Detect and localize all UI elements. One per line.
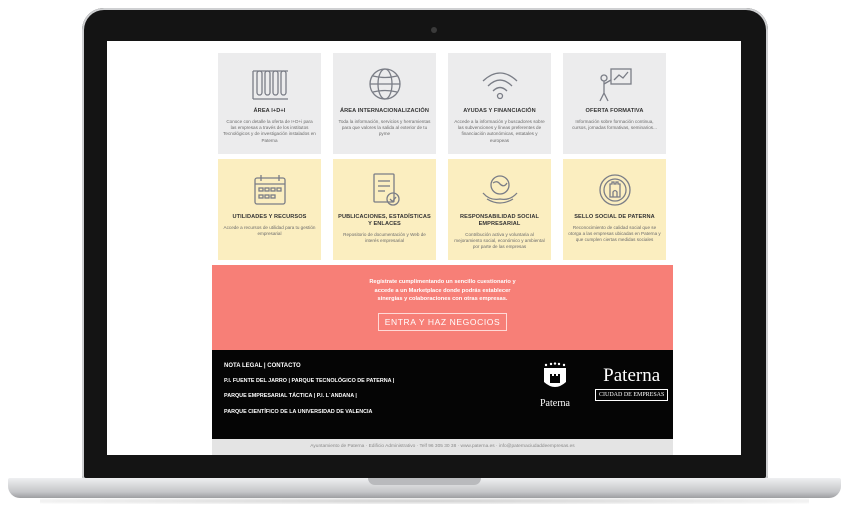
presentation-icon <box>598 68 632 102</box>
footer: NOTA LEGAL | CONTACTO P.I. FUENTE DEL JA… <box>212 350 673 439</box>
tile-formativa[interactable]: OFERTA FORMATIVA Información sobre forma… <box>563 53 666 154</box>
wifi-signal-icon <box>482 72 517 100</box>
crest-icon <box>544 362 566 387</box>
screen: ÁREA I+D+I Conoce con detalle la oferta … <box>107 41 741 455</box>
tile-title: UTILIDADES Y RECURSOS <box>232 214 307 220</box>
laptop-notch <box>368 478 481 485</box>
footer-link-line[interactable]: PARQUE EMPRESARIAL TÁCTICA | P.I. L´ANDA… <box>224 393 394 399</box>
address-bar: Ayuntamiento de Paterna · Edificio Admin… <box>212 439 673 455</box>
tile-description: Contribución activa y voluntaria al mejo… <box>454 231 545 250</box>
globe-icon <box>368 68 401 100</box>
tile-title: ÁREA INTERNACIONALIZACIÓN <box>340 108 429 114</box>
calendar-icon <box>253 175 286 205</box>
document-check-icon <box>372 173 400 206</box>
tile-description: Toda la información, servicios y herrami… <box>338 118 431 137</box>
tile-description: Reconocimiento de calidad social que se … <box>568 224 661 243</box>
legal-contact-link[interactable]: NOTA LEGAL | CONTACTO <box>224 363 394 369</box>
paterna-brand-logo[interactable]: Paterna CIUDAD DE EMPRESAS <box>595 365 669 401</box>
business-cta-button[interactable]: ENTRA Y HAZ NEGOCIOS <box>377 312 508 331</box>
tile-title: PUBLICACIONES, ESTADÍSTICAS Y ENLACES <box>338 214 431 227</box>
tile-title: ÁREA I+D+I <box>253 108 286 114</box>
tile-description: Accede a recursos de utilidad para tu ge… <box>223 224 316 237</box>
paterna-crest-logo[interactable]: Paterna <box>535 362 575 412</box>
banner-message: Regístrate cumplimentando un sencillo cu… <box>369 279 516 303</box>
tile-description: Conoce con detalle la oferta de I+D+i pa… <box>223 118 316 143</box>
footer-links: NOTA LEGAL | CONTACTO P.I. FUENTE DEL JA… <box>224 363 394 425</box>
tile-title: RESPONSABILIDAD SOCIAL EMPRESARIAL <box>460 214 539 227</box>
brand-tagline: CIUDAD DE EMPRESAS <box>595 389 669 401</box>
tile-description: Información sobre formación continua, cu… <box>572 118 657 131</box>
webcam-dot <box>431 27 437 33</box>
tile-publicaciones[interactable]: PUBLICACIONES, ESTADÍSTICAS Y ENLACES Re… <box>333 159 436 260</box>
hands-globe-icon <box>482 175 517 204</box>
tile-sello-social[interactable]: SELLO SOCIAL DE PATERNA Reconocimiento d… <box>563 159 666 260</box>
tile-title: AYUDAS Y FINANCIACIÓN <box>463 108 536 114</box>
brand-name: Paterna <box>603 365 661 386</box>
seal-tower-icon <box>598 174 631 206</box>
test-tubes-icon <box>251 70 288 100</box>
tile-title: SELLO SOCIAL DE PATERNA <box>574 214 655 220</box>
tile-idi[interactable]: ÁREA I+D+I Conoce con detalle la oferta … <box>218 53 321 154</box>
footer-link-line[interactable]: PARQUE CIENTÍFICO DE LA UNIVERSIDAD DE V… <box>224 409 394 415</box>
tile-internacionalizacion[interactable]: ÁREA INTERNACIONALIZACIÓN Toda la inform… <box>333 53 436 154</box>
tile-description: Repositorio de documentación y Web de in… <box>343 231 426 244</box>
laptop-shadow <box>40 498 809 504</box>
footer-link-line[interactable]: P.I. FUENTE DEL JARRO | PARQUE TECNOLÓGI… <box>224 378 394 384</box>
tile-ayudas[interactable]: AYUDAS Y FINANCIACIÓN Accede a la inform… <box>448 53 551 154</box>
tile-utilidades[interactable]: UTILIDADES Y RECURSOS Accede a recursos … <box>218 159 321 260</box>
crest-wordmark: Paterna <box>540 398 570 409</box>
tile-responsabilidad[interactable]: RESPONSABILIDAD SOCIAL EMPRESARIAL Contr… <box>448 159 551 260</box>
tile-title: OFERTA FORMATIVA <box>585 108 644 114</box>
tile-description: Accede a la información y buscadores sob… <box>454 118 545 143</box>
register-banner: Regístrate cumplimentando un sencillo cu… <box>212 265 673 350</box>
